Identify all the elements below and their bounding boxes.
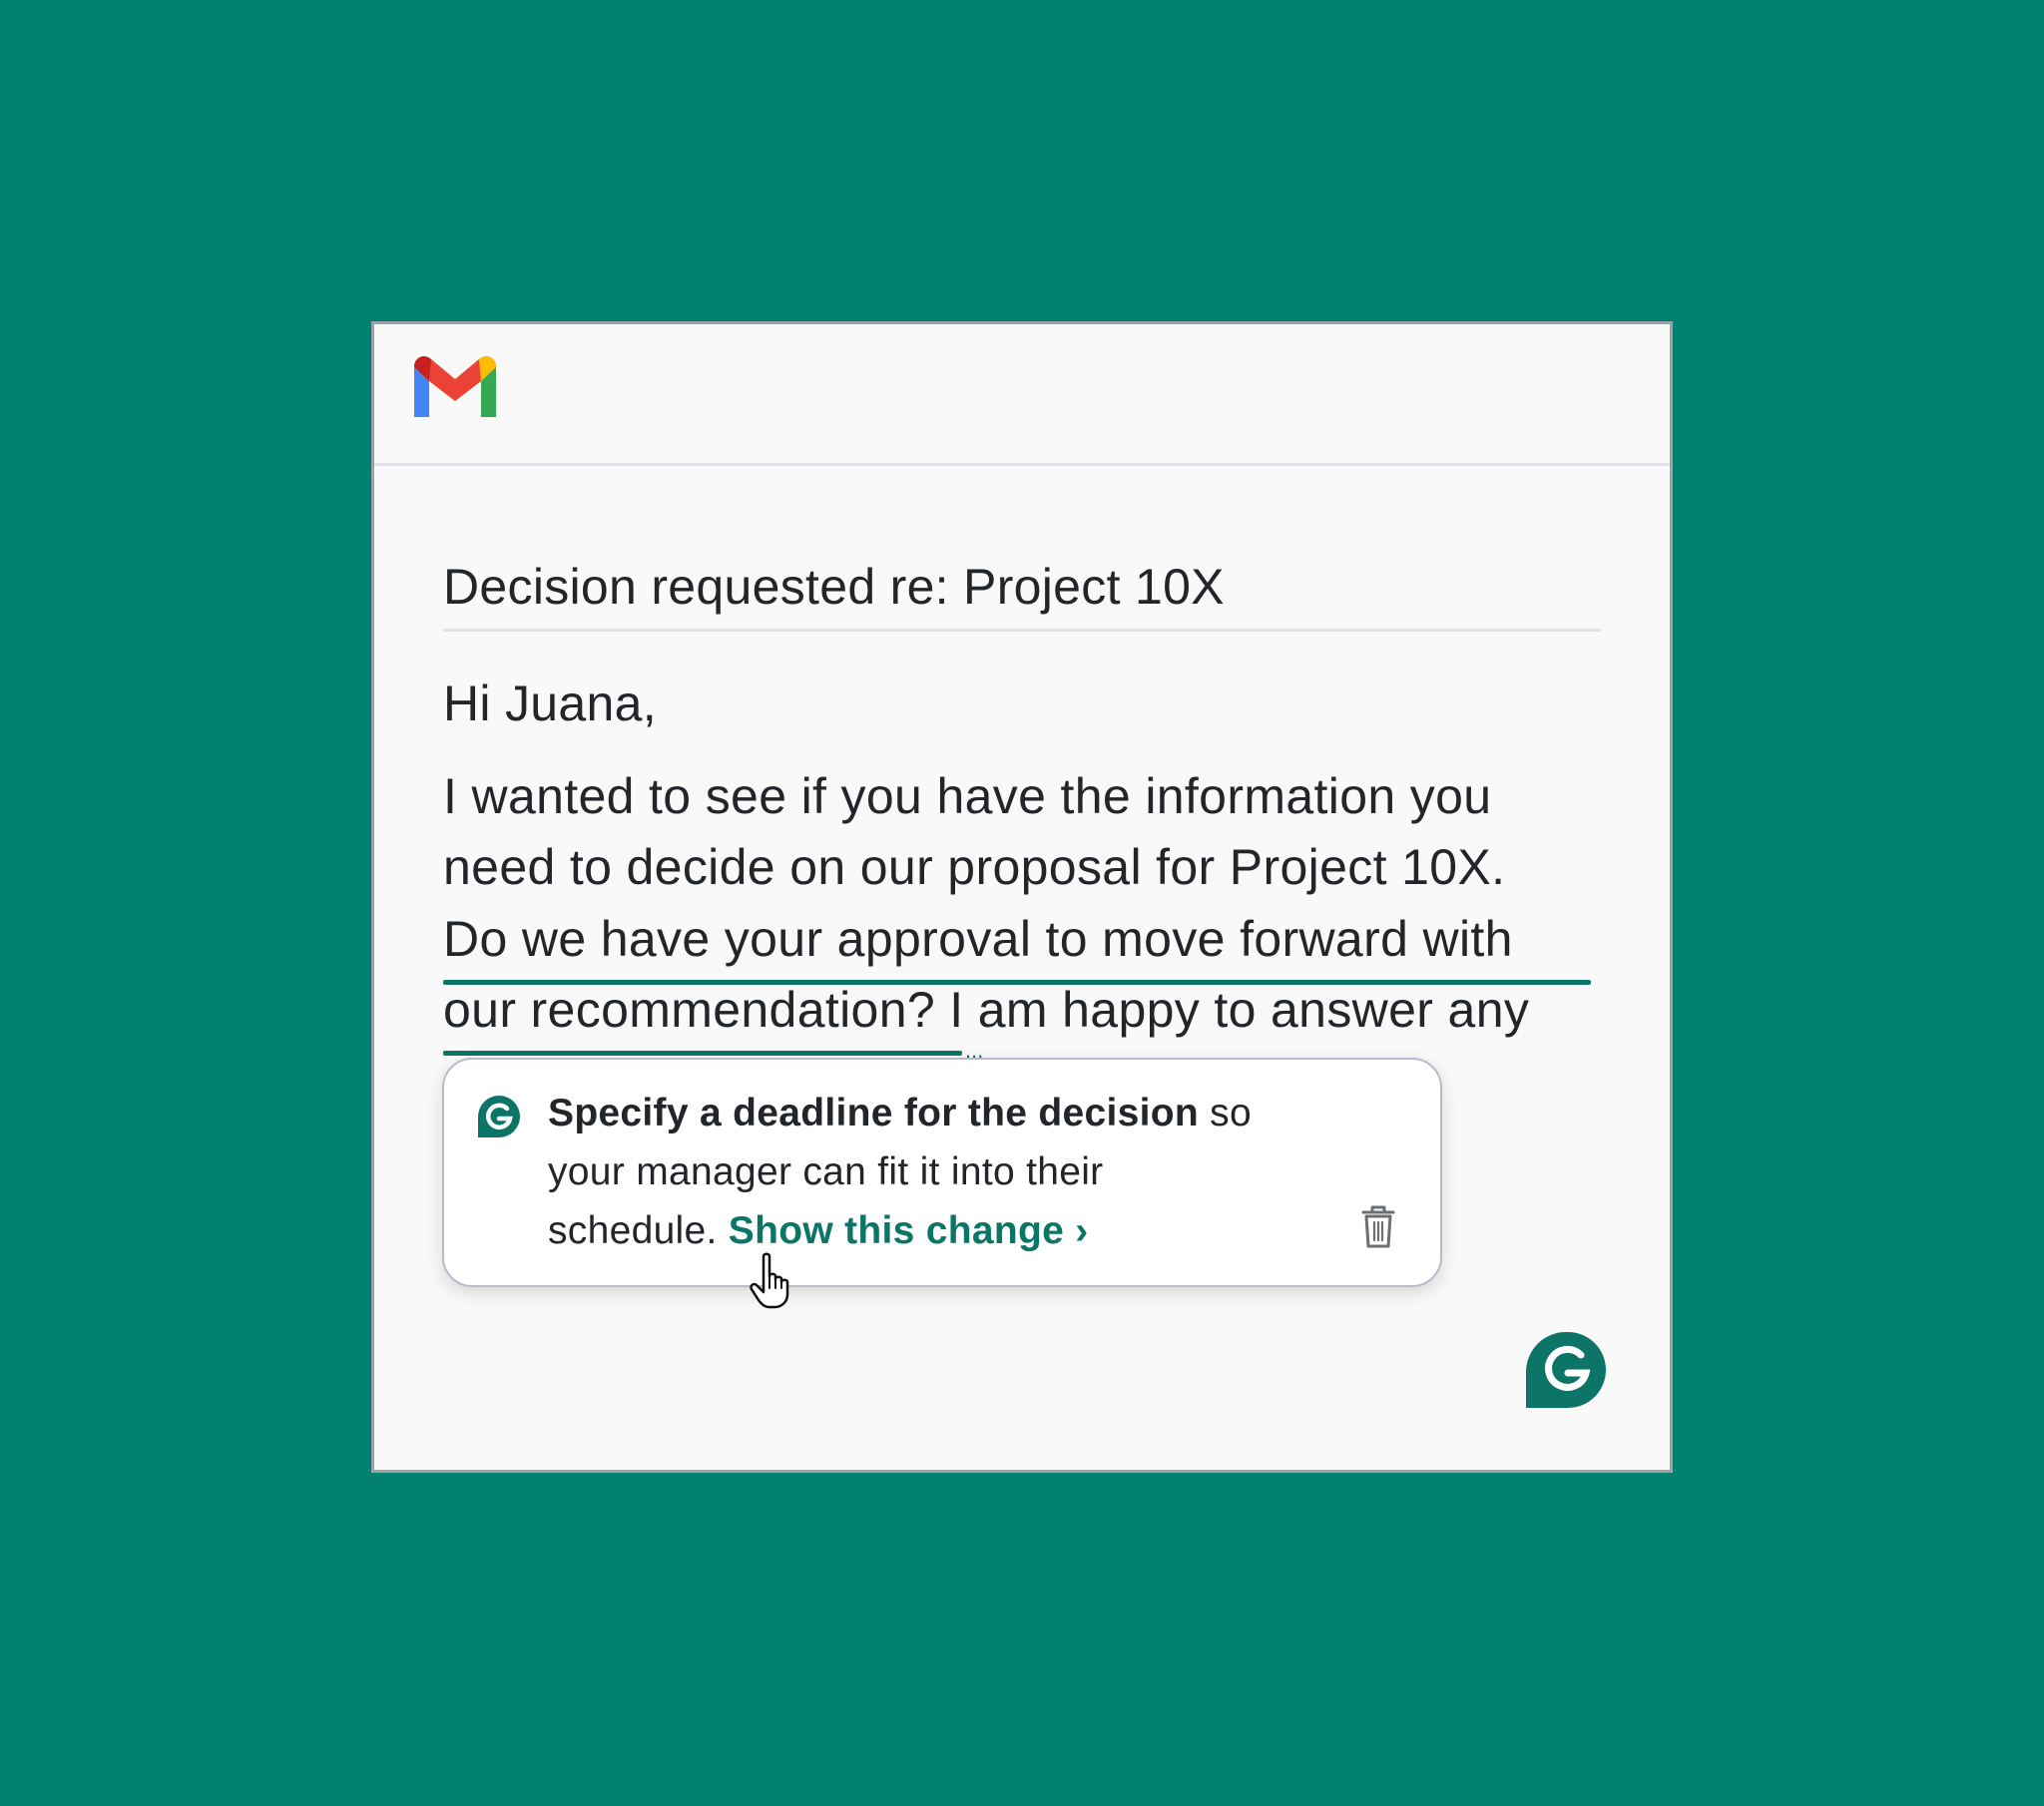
show-change-link[interactable]: Show this change ›	[729, 1209, 1089, 1252]
email-greeting: Hi Juana,	[443, 676, 657, 731]
suggestion-title: Specify a deadline for the decision	[548, 1092, 1200, 1134]
suggestion-text-part: your manager can fit it into their	[548, 1150, 1104, 1193]
email-body-line: I wanted to see if you have the informat…	[443, 768, 1492, 824]
grammarly-icon	[478, 1096, 520, 1137]
suggestion-text-part: schedule.	[548, 1209, 729, 1252]
email-compose-window: Decision requested re: Project 10X Hi Ju…	[371, 321, 1673, 1473]
gmail-logo	[414, 356, 496, 417]
suggestion-card: Specify a deadline for the decision so yo…	[442, 1058, 1442, 1287]
grammarly-button-icon[interactable]	[1524, 1330, 1608, 1410]
trash-icon[interactable]	[1359, 1203, 1397, 1249]
suggestion-text: Specify a deadline for the decision so yo…	[548, 1084, 1366, 1260]
email-subject[interactable]: Decision requested re: Project 10X	[443, 542, 1601, 632]
suggestion-text-part: so	[1199, 1092, 1252, 1134]
suggestion-underline[interactable]	[443, 1051, 962, 1056]
email-body-line: need to decide on our proposal for Proje…	[443, 839, 1506, 895]
window-header	[374, 324, 1670, 466]
email-body-line: Do we have your approval to move forward…	[443, 911, 1513, 967]
overflow-dots: ...	[965, 1038, 984, 1063]
hand-cursor-icon	[750, 1252, 789, 1309]
suggestion-underline[interactable]	[443, 980, 1591, 985]
